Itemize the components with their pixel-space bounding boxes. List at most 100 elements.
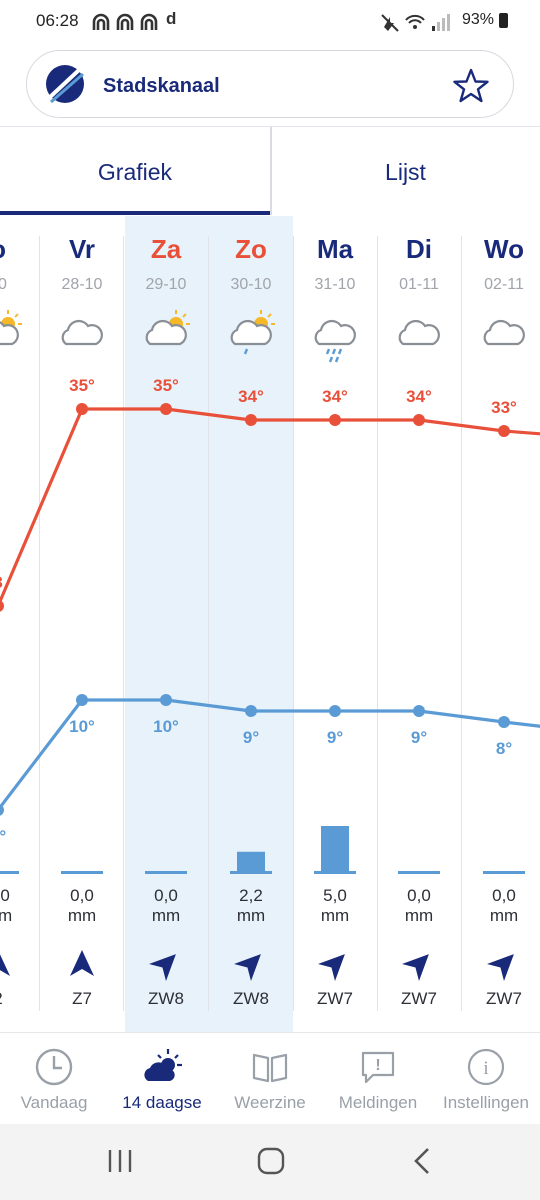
rain-bar [321, 826, 349, 872]
rain-baseline [483, 871, 525, 874]
partly-sunny-icon [0, 310, 22, 346]
low-temp-point [413, 705, 425, 717]
day-date: 31-10 [315, 276, 356, 293]
rain-baseline [398, 871, 440, 874]
day-date: 30-10 [231, 276, 272, 293]
status-bar: 06:28 d 93% [0, 0, 540, 44]
location-name[interactable]: Stadskanaal [103, 75, 220, 98]
rain-baseline [145, 871, 187, 874]
wind-label: ZW8 [233, 989, 269, 1008]
tab-grafiek[interactable]: Grafiek [0, 127, 270, 217]
wind-label: 2 [0, 989, 3, 1008]
home-icon[interactable] [256, 1146, 286, 1181]
nav-instellingen[interactable]: i Instellingen [434, 1033, 538, 1125]
recents-icon[interactable] [106, 1146, 134, 1181]
day-name: Vr [69, 234, 95, 264]
low-temp-label: 10° [69, 717, 95, 736]
low-temp-label: 10° [153, 717, 179, 736]
status-time: 06:28 [36, 11, 79, 30]
rain-unit: mm [405, 906, 433, 925]
system-status-icons [380, 12, 452, 37]
temperature-chart: o 10 Vr 28-10 Za 29-10 Zo 30-10 Ma 31-10 Di 01-11 Wo… [0, 234, 540, 1008]
high-temp-point [498, 425, 510, 437]
nav-weerzine[interactable]: Weerzine [220, 1033, 320, 1125]
low-temp-point [160, 694, 172, 706]
high-temp-line [0, 407, 540, 606]
day-name: Za [151, 234, 182, 264]
view-tabs: Grafiek Lijst [0, 126, 540, 217]
day-date: 01-11 [399, 276, 439, 293]
low-temp-label: 0° [0, 827, 6, 846]
rain-unit: mm [321, 906, 349, 925]
cloud-icon [61, 319, 103, 346]
day-date: 29-10 [146, 276, 187, 293]
rain-amount: 0,0 [154, 886, 178, 905]
app-logo-icon [45, 64, 85, 109]
system-navigation-bar [0, 1124, 540, 1200]
nav-14-daagse[interactable]: 14 daagse [110, 1033, 214, 1125]
day-name: Ma [317, 234, 354, 264]
rain-baseline [61, 871, 103, 874]
high-temp-point [0, 600, 4, 612]
day-name: Di [406, 234, 432, 264]
rain-unit: mm [237, 906, 265, 925]
high-temp-label: 34° [406, 387, 432, 406]
low-temp-label: 8° [496, 739, 512, 758]
high-temp-label: 33° [491, 398, 517, 417]
low-temp-point [245, 705, 257, 717]
nav-label: Vandaag [20, 1093, 88, 1112]
nav-vandaag[interactable]: Vandaag [4, 1033, 104, 1125]
forecast-graph: o 10 Vr 28-10 Za 29-10 Zo 30-10 Ma 31-10 Di 01-11 Wo… [0, 216, 540, 1032]
high-temp-label: 8 [0, 573, 3, 592]
wind-label: Z7 [72, 989, 92, 1008]
high-temp-point [76, 403, 88, 415]
tab-lijst[interactable]: Lijst [271, 127, 540, 217]
cloud-rain-icon [314, 319, 356, 363]
wind-arrow-n-icon [70, 950, 94, 976]
info-icon: i [466, 1047, 506, 1092]
wind-label: ZW7 [401, 989, 437, 1008]
battery-icon [499, 13, 508, 28]
high-temp-label: 34° [238, 387, 264, 406]
wind-arrow-n-icon [0, 954, 10, 976]
sun-cloud-icon [140, 1047, 184, 1092]
sun-cloud-rain-icon [230, 310, 275, 355]
nav-meldingen[interactable]: ! Meldingen [328, 1033, 428, 1125]
partly-sunny-icon [145, 310, 190, 346]
wind-arrow-ne-icon [149, 954, 176, 981]
rain-unit: mm [68, 906, 96, 925]
wind-label: ZW8 [148, 989, 184, 1008]
back-icon[interactable] [410, 1146, 436, 1181]
rain-amount: 5,0 [323, 886, 347, 905]
rain-amount: 2,2 [239, 886, 263, 905]
rain-baseline [314, 871, 356, 874]
wind-arrow-ne-icon [487, 954, 514, 981]
low-temp-label: 9° [327, 728, 343, 747]
svg-text:!: ! [375, 1057, 380, 1074]
day-date: 28-10 [62, 276, 103, 293]
clock-icon [34, 1047, 74, 1092]
nav-label: 14 daagse [122, 1093, 202, 1112]
nav-label: Instellingen [442, 1093, 529, 1112]
book-icon [250, 1047, 290, 1092]
active-tab-indicator [0, 211, 270, 215]
high-temp-point [160, 403, 172, 415]
high-temp-label: 35° [69, 376, 95, 395]
rain-unit: mm [152, 906, 180, 925]
rain-unit: mm [0, 906, 12, 925]
rain-amount: 0,0 [407, 886, 431, 905]
high-temp-point [245, 414, 257, 426]
day-date: 10 [0, 276, 7, 293]
notification-d-icon: d [166, 9, 177, 28]
bottom-navigation: Vandaag 14 daagse Weerzine ! Meldingen i… [0, 1032, 540, 1125]
location-bar[interactable]: Stadskanaal [26, 50, 514, 118]
svg-text:i: i [483, 1058, 488, 1079]
wind-label: ZW7 [486, 989, 522, 1008]
high-temp-point [329, 414, 341, 426]
rain-amount: 0,0 [492, 886, 516, 905]
low-temp-label: 9° [243, 728, 259, 747]
wind-label: ZW7 [317, 989, 353, 1008]
favorite-star-icon[interactable] [453, 68, 489, 109]
rain-unit: mm [490, 906, 518, 925]
low-temp-label: 9° [411, 728, 427, 747]
